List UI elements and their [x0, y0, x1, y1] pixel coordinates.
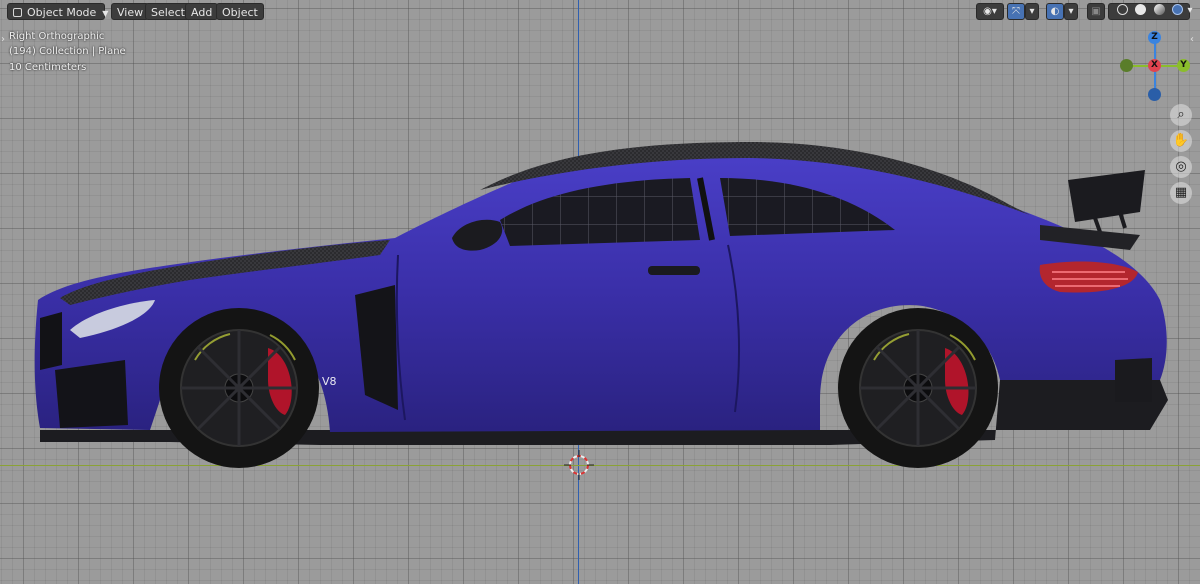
visibility-icon[interactable]: ◉▾: [976, 3, 1004, 20]
camera-view-icon[interactable]: ◎: [1170, 156, 1192, 178]
menu-object[interactable]: Object: [216, 3, 264, 20]
object-mode-icon: [13, 8, 22, 17]
rear-wheel: [838, 308, 998, 468]
viewport-header: Object Mode ▼ View Select Add Object ◉▾ ⤧…: [0, 0, 1200, 24]
wireframe-shading-icon[interactable]: [1117, 4, 1129, 15]
overlay-dropdown[interactable]: ▾: [1064, 3, 1078, 20]
front-grille: [40, 312, 62, 370]
shading-group: [1108, 3, 1190, 20]
gizmo-z-axis[interactable]: Z: [1148, 31, 1161, 44]
zoom-icon[interactable]: ⌕: [1170, 104, 1192, 126]
exhaust: [1115, 358, 1152, 402]
door-handle: [648, 266, 700, 275]
3d-cursor: [564, 450, 594, 480]
v8-badge: V8: [322, 375, 337, 388]
chevron-down-icon: ▼: [102, 9, 109, 18]
navigation-gizmo[interactable]: Z Y X: [1118, 30, 1194, 102]
rear-spoiler: [1068, 170, 1145, 222]
gizmo-y-axis[interactable]: Y: [1177, 59, 1190, 72]
toolbar-expand-icon[interactable]: ›: [1, 34, 5, 45]
gizmo-x-axis[interactable]: X: [1148, 59, 1161, 72]
material-shading-icon[interactable]: [1153, 4, 1165, 15]
collection-info: (194) Collection | Plane: [9, 46, 126, 57]
grid-ortho-icon[interactable]: ▦: [1170, 182, 1192, 204]
overlay-icon[interactable]: ◐: [1046, 3, 1064, 20]
mode-dropdown[interactable]: Object Mode ▼: [7, 3, 109, 20]
pan-hand-icon[interactable]: ✋: [1170, 130, 1192, 152]
solid-shading-icon[interactable]: [1135, 4, 1147, 15]
view-name: Right Orthographic: [9, 31, 105, 42]
menu-view[interactable]: View: [111, 3, 150, 20]
scale-info: 10 Centimeters: [9, 62, 87, 73]
gizmo-neg-z-axis[interactable]: [1148, 88, 1161, 101]
gizmo-toggle-icon[interactable]: ⤧: [1007, 3, 1025, 20]
car-model[interactable]: V8: [0, 0, 1200, 584]
shading-dropdown[interactable]: ▾: [1183, 3, 1197, 20]
3d-viewport[interactable]: V8 Object Mode ▼ View Select Add Object ◉…: [0, 0, 1200, 584]
xray-icon[interactable]: ▣: [1087, 3, 1105, 20]
gizmo-neg-y-axis[interactable]: [1120, 59, 1133, 72]
mode-label: Object Mode: [27, 6, 97, 19]
rendered-shading-icon[interactable]: [1171, 4, 1183, 15]
gizmo-dropdown[interactable]: ▾: [1025, 3, 1039, 20]
menu-add[interactable]: Add: [185, 3, 219, 20]
front-wheel: [159, 308, 319, 468]
